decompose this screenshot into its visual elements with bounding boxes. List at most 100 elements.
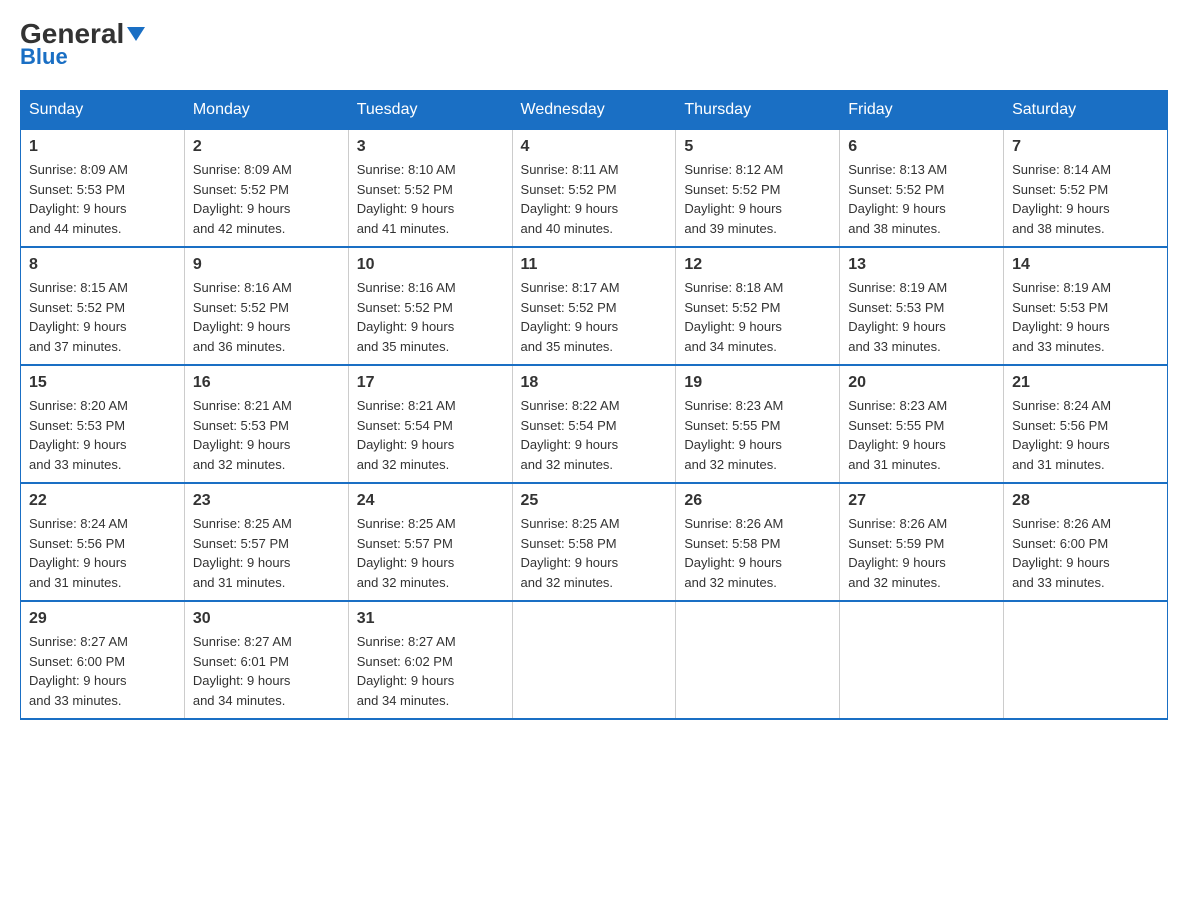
day-cell: 24 Sunrise: 8:25 AM Sunset: 5:57 PM Dayl… (348, 483, 512, 601)
calendar-table: SundayMondayTuesdayWednesdayThursdayFrid… (20, 90, 1168, 720)
logo-triangle-icon (127, 27, 145, 41)
day-cell: 11 Sunrise: 8:17 AM Sunset: 5:52 PM Dayl… (512, 247, 676, 365)
day-info: Sunrise: 8:11 AM Sunset: 5:52 PM Dayligh… (521, 160, 668, 238)
day-number: 9 (193, 256, 340, 274)
day-cell: 27 Sunrise: 8:26 AM Sunset: 5:59 PM Dayl… (840, 483, 1004, 601)
day-cell (1004, 601, 1168, 719)
day-info: Sunrise: 8:19 AM Sunset: 5:53 PM Dayligh… (1012, 278, 1159, 356)
day-info: Sunrise: 8:16 AM Sunset: 5:52 PM Dayligh… (193, 278, 340, 356)
day-cell: 13 Sunrise: 8:19 AM Sunset: 5:53 PM Dayl… (840, 247, 1004, 365)
day-info: Sunrise: 8:24 AM Sunset: 5:56 PM Dayligh… (1012, 396, 1159, 474)
day-cell: 8 Sunrise: 8:15 AM Sunset: 5:52 PM Dayli… (21, 247, 185, 365)
day-info: Sunrise: 8:09 AM Sunset: 5:53 PM Dayligh… (29, 160, 176, 238)
day-cell: 25 Sunrise: 8:25 AM Sunset: 5:58 PM Dayl… (512, 483, 676, 601)
day-info: Sunrise: 8:13 AM Sunset: 5:52 PM Dayligh… (848, 160, 995, 238)
day-cell: 30 Sunrise: 8:27 AM Sunset: 6:01 PM Dayl… (184, 601, 348, 719)
day-number: 2 (193, 138, 340, 156)
day-cell: 3 Sunrise: 8:10 AM Sunset: 5:52 PM Dayli… (348, 130, 512, 248)
day-cell: 16 Sunrise: 8:21 AM Sunset: 5:53 PM Dayl… (184, 365, 348, 483)
day-cell: 17 Sunrise: 8:21 AM Sunset: 5:54 PM Dayl… (348, 365, 512, 483)
day-cell: 15 Sunrise: 8:20 AM Sunset: 5:53 PM Dayl… (21, 365, 185, 483)
day-info: Sunrise: 8:19 AM Sunset: 5:53 PM Dayligh… (848, 278, 995, 356)
day-number: 12 (684, 256, 831, 274)
day-info: Sunrise: 8:21 AM Sunset: 5:54 PM Dayligh… (357, 396, 504, 474)
day-info: Sunrise: 8:18 AM Sunset: 5:52 PM Dayligh… (684, 278, 831, 356)
day-cell (512, 601, 676, 719)
day-number: 5 (684, 138, 831, 156)
day-cell: 12 Sunrise: 8:18 AM Sunset: 5:52 PM Dayl… (676, 247, 840, 365)
day-number: 1 (29, 138, 176, 156)
day-cell (676, 601, 840, 719)
header-sunday: Sunday (21, 91, 185, 130)
header-tuesday: Tuesday (348, 91, 512, 130)
day-number: 28 (1012, 492, 1159, 510)
day-info: Sunrise: 8:27 AM Sunset: 6:00 PM Dayligh… (29, 632, 176, 710)
day-info: Sunrise: 8:25 AM Sunset: 5:57 PM Dayligh… (193, 514, 340, 592)
day-cell: 19 Sunrise: 8:23 AM Sunset: 5:55 PM Dayl… (676, 365, 840, 483)
day-cell: 18 Sunrise: 8:22 AM Sunset: 5:54 PM Dayl… (512, 365, 676, 483)
day-cell: 4 Sunrise: 8:11 AM Sunset: 5:52 PM Dayli… (512, 130, 676, 248)
week-row-2: 8 Sunrise: 8:15 AM Sunset: 5:52 PM Dayli… (21, 247, 1168, 365)
day-info: Sunrise: 8:25 AM Sunset: 5:58 PM Dayligh… (521, 514, 668, 592)
day-cell: 28 Sunrise: 8:26 AM Sunset: 6:00 PM Dayl… (1004, 483, 1168, 601)
day-number: 22 (29, 492, 176, 510)
week-row-5: 29 Sunrise: 8:27 AM Sunset: 6:00 PM Dayl… (21, 601, 1168, 719)
day-number: 8 (29, 256, 176, 274)
header-wednesday: Wednesday (512, 91, 676, 130)
day-cell: 1 Sunrise: 8:09 AM Sunset: 5:53 PM Dayli… (21, 130, 185, 248)
day-number: 13 (848, 256, 995, 274)
day-number: 20 (848, 374, 995, 392)
day-cell: 26 Sunrise: 8:26 AM Sunset: 5:58 PM Dayl… (676, 483, 840, 601)
day-number: 30 (193, 610, 340, 628)
day-info: Sunrise: 8:27 AM Sunset: 6:02 PM Dayligh… (357, 632, 504, 710)
day-number: 15 (29, 374, 176, 392)
page-header: General Blue (20, 20, 1168, 70)
day-number: 25 (521, 492, 668, 510)
day-info: Sunrise: 8:14 AM Sunset: 5:52 PM Dayligh… (1012, 160, 1159, 238)
day-cell: 10 Sunrise: 8:16 AM Sunset: 5:52 PM Dayl… (348, 247, 512, 365)
day-number: 16 (193, 374, 340, 392)
day-cell: 22 Sunrise: 8:24 AM Sunset: 5:56 PM Dayl… (21, 483, 185, 601)
day-cell (840, 601, 1004, 719)
day-info: Sunrise: 8:24 AM Sunset: 5:56 PM Dayligh… (29, 514, 176, 592)
day-info: Sunrise: 8:26 AM Sunset: 5:59 PM Dayligh… (848, 514, 995, 592)
day-info: Sunrise: 8:25 AM Sunset: 5:57 PM Dayligh… (357, 514, 504, 592)
day-info: Sunrise: 8:21 AM Sunset: 5:53 PM Dayligh… (193, 396, 340, 474)
day-info: Sunrise: 8:27 AM Sunset: 6:01 PM Dayligh… (193, 632, 340, 710)
day-cell: 9 Sunrise: 8:16 AM Sunset: 5:52 PM Dayli… (184, 247, 348, 365)
header-thursday: Thursday (676, 91, 840, 130)
day-cell: 2 Sunrise: 8:09 AM Sunset: 5:52 PM Dayli… (184, 130, 348, 248)
day-cell: 21 Sunrise: 8:24 AM Sunset: 5:56 PM Dayl… (1004, 365, 1168, 483)
day-info: Sunrise: 8:16 AM Sunset: 5:52 PM Dayligh… (357, 278, 504, 356)
day-info: Sunrise: 8:26 AM Sunset: 6:00 PM Dayligh… (1012, 514, 1159, 592)
day-number: 10 (357, 256, 504, 274)
day-number: 6 (848, 138, 995, 156)
logo: General Blue (20, 20, 145, 70)
header-row: SundayMondayTuesdayWednesdayThursdayFrid… (21, 91, 1168, 130)
day-number: 4 (521, 138, 668, 156)
day-info: Sunrise: 8:15 AM Sunset: 5:52 PM Dayligh… (29, 278, 176, 356)
day-number: 17 (357, 374, 504, 392)
day-cell: 31 Sunrise: 8:27 AM Sunset: 6:02 PM Dayl… (348, 601, 512, 719)
day-number: 3 (357, 138, 504, 156)
day-number: 14 (1012, 256, 1159, 274)
logo-blue: Blue (20, 44, 68, 70)
header-saturday: Saturday (1004, 91, 1168, 130)
week-row-4: 22 Sunrise: 8:24 AM Sunset: 5:56 PM Dayl… (21, 483, 1168, 601)
week-row-3: 15 Sunrise: 8:20 AM Sunset: 5:53 PM Dayl… (21, 365, 1168, 483)
day-info: Sunrise: 8:17 AM Sunset: 5:52 PM Dayligh… (521, 278, 668, 356)
day-number: 19 (684, 374, 831, 392)
calendar-header: SundayMondayTuesdayWednesdayThursdayFrid… (21, 91, 1168, 130)
header-friday: Friday (840, 91, 1004, 130)
day-info: Sunrise: 8:23 AM Sunset: 5:55 PM Dayligh… (848, 396, 995, 474)
day-number: 29 (29, 610, 176, 628)
day-number: 27 (848, 492, 995, 510)
day-info: Sunrise: 8:26 AM Sunset: 5:58 PM Dayligh… (684, 514, 831, 592)
day-number: 23 (193, 492, 340, 510)
day-number: 24 (357, 492, 504, 510)
day-cell: 5 Sunrise: 8:12 AM Sunset: 5:52 PM Dayli… (676, 130, 840, 248)
day-cell: 20 Sunrise: 8:23 AM Sunset: 5:55 PM Dayl… (840, 365, 1004, 483)
day-cell: 29 Sunrise: 8:27 AM Sunset: 6:00 PM Dayl… (21, 601, 185, 719)
day-number: 11 (521, 256, 668, 274)
day-number: 26 (684, 492, 831, 510)
